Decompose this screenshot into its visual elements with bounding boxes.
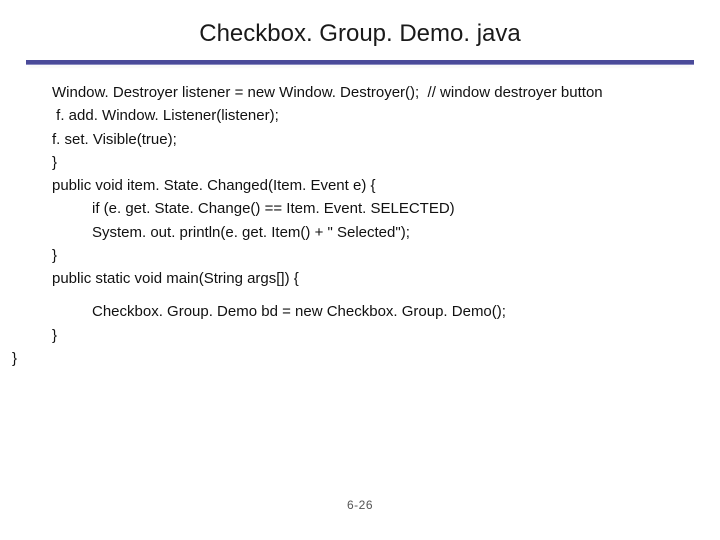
slide-root: Checkbox. Group. Demo. java Window. Dest…	[0, 0, 720, 540]
code-block: Window. Destroyer listener = new Window.…	[0, 75, 720, 370]
code-line: public void item. State. Changed(Item. E…	[52, 174, 720, 197]
code-line: }	[52, 324, 720, 347]
code-line: public static void main(String args[]) {	[52, 267, 720, 290]
code-line: }	[52, 151, 720, 174]
code-line: }	[12, 347, 720, 370]
code-line: f. set. Visible(true);	[52, 128, 720, 151]
page-number: 6-26	[0, 498, 720, 512]
code-line: Window. Destroyer listener = new Window.…	[52, 81, 720, 104]
blank-line	[52, 290, 720, 300]
code-line: Checkbox. Group. Demo bd = new Checkbox.…	[52, 300, 720, 323]
code-line: if (e. get. State. Change() == Item. Eve…	[52, 197, 720, 220]
title-rule	[26, 60, 694, 65]
code-line: }	[52, 244, 720, 267]
slide-title: Checkbox. Group. Demo. java	[0, 0, 720, 60]
code-line: f. add. Window. Listener(listener);	[52, 104, 720, 127]
code-line: System. out. println(e. get. Item() + " …	[52, 221, 720, 244]
